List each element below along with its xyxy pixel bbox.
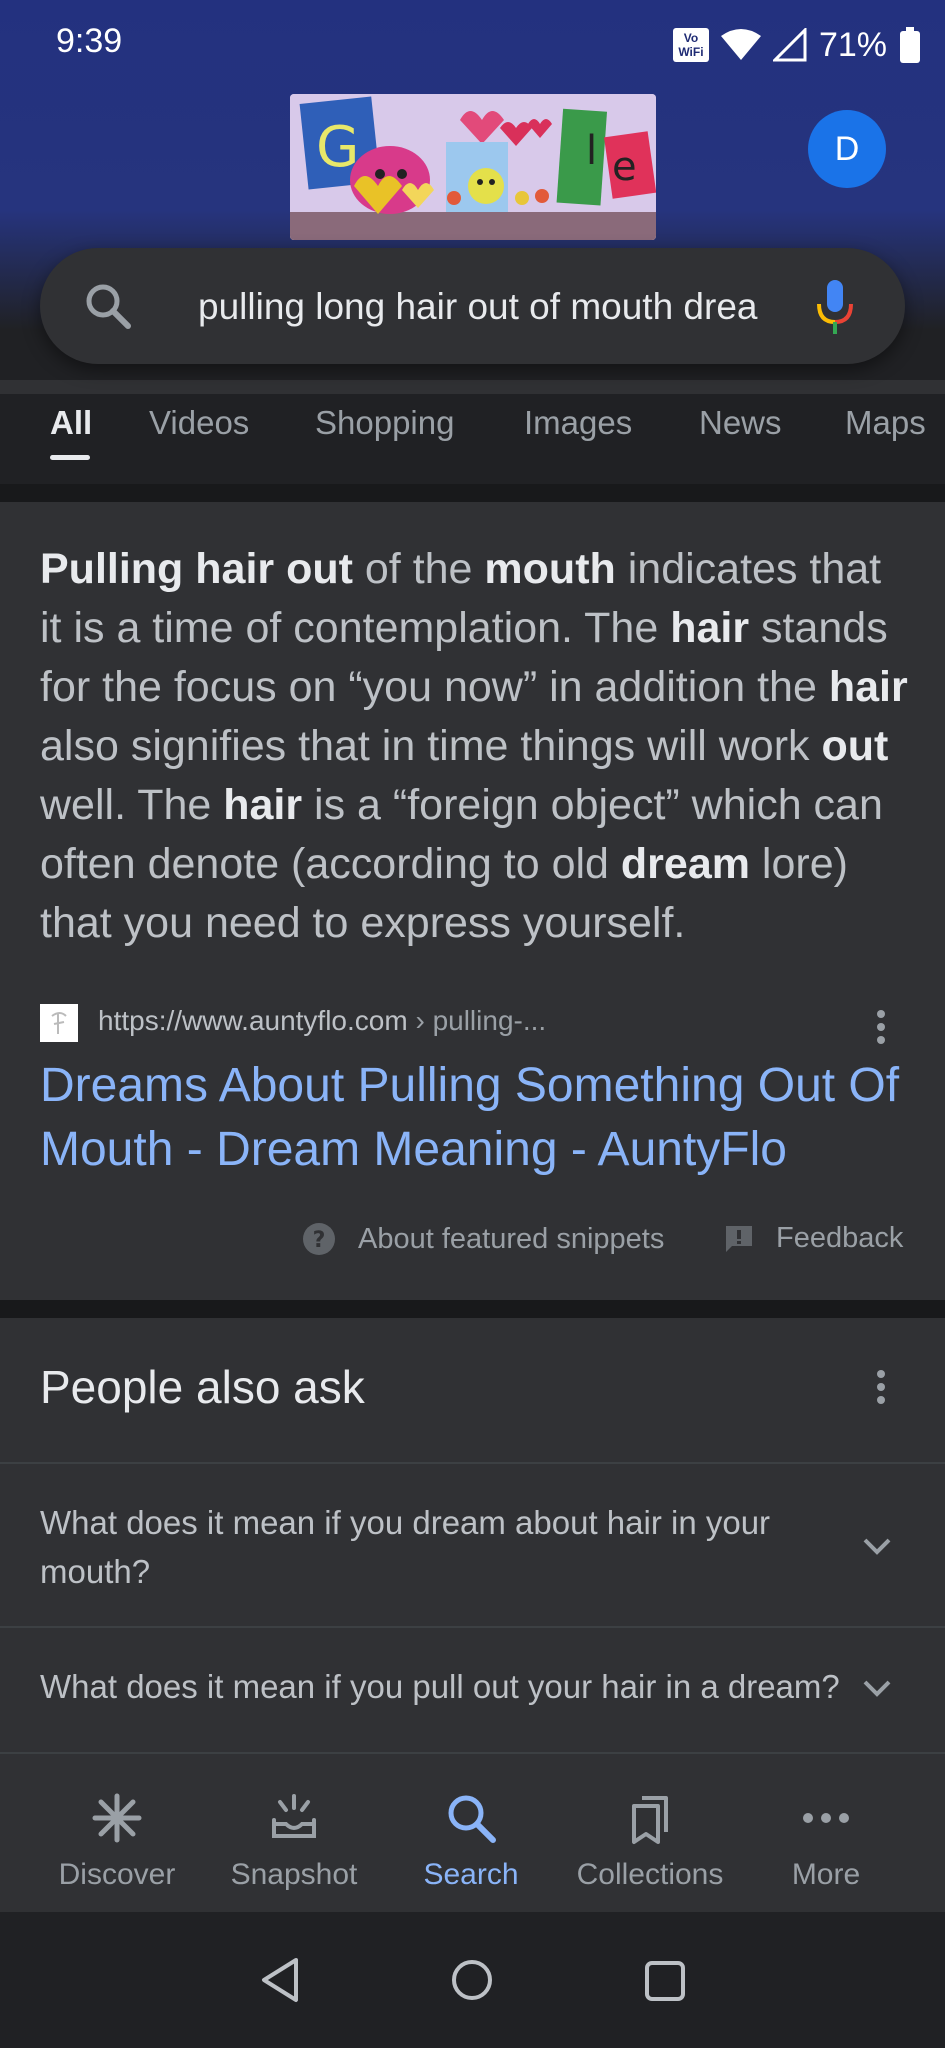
nav-more[interactable]: More (741, 1790, 911, 1892)
paa-question-row[interactable]: What does it mean if you pull out your h… (0, 1626, 945, 1748)
microphone-icon[interactable] (815, 278, 855, 336)
google-doodle[interactable]: G l e (290, 94, 656, 240)
feedback-button[interactable]: Feedback (724, 1222, 903, 1255)
tab-all[interactable]: All (50, 404, 92, 442)
about-featured-snippets[interactable]: ? About featured snippets (302, 1222, 664, 1256)
more-horizontal-icon (803, 1813, 849, 1823)
tab-news[interactable]: News (699, 404, 782, 442)
snippet-bold-term: Pulling hair out (40, 545, 353, 593)
section-divider (0, 484, 945, 502)
paa-question-text: What does it mean if you pull out your h… (40, 1668, 840, 1705)
result-breadcrumb: › pulling-... (407, 1005, 547, 1036)
battery-percent: 71% (818, 25, 887, 64)
vowifi-icon: Vo WiFi (672, 28, 709, 62)
feedback-icon (726, 1225, 752, 1252)
chevron-down-icon (863, 1680, 891, 1697)
nav-collections[interactable]: Collections (565, 1790, 735, 1892)
active-tab-indicator (50, 455, 90, 460)
svg-text:e: e (612, 144, 637, 190)
snippet-text-run: of the (352, 545, 485, 593)
paa-question-row[interactable]: What does it mean if you dream about hai… (0, 1462, 945, 1628)
section-divider (0, 1300, 945, 1318)
more-vertical-icon[interactable] (876, 1010, 886, 1044)
asterisk-icon (92, 1793, 142, 1843)
tab-maps[interactable]: Maps (845, 404, 926, 442)
search-icon[interactable] (84, 282, 132, 330)
snippet-text-run: also signifies that in time things will … (40, 722, 822, 770)
snippet-bold-term: out (821, 722, 889, 770)
search-icon (448, 1795, 496, 1843)
snippet-bold-term: mouth (484, 545, 616, 593)
tab-shopping[interactable]: Shopping (315, 404, 454, 442)
battery-icon (900, 27, 920, 63)
result-title-link[interactable]: Dreams About Pulling Something Out Of Mo… (40, 1054, 920, 1182)
svg-text:?: ? (313, 1228, 326, 1253)
search-tabs (0, 394, 945, 486)
recent-apps-icon[interactable] (644, 1960, 686, 2002)
status-icons: Vo WiFi 71% (672, 22, 921, 68)
doodle-illustration: G l e (290, 94, 656, 240)
cell-signal-icon (772, 28, 807, 62)
help-icon: ? (303, 1223, 335, 1255)
featured-snippet-text: Pulling hair out of the mouth indicates … (40, 540, 910, 953)
snapshot-icon (272, 1794, 316, 1838)
back-icon[interactable] (258, 1956, 302, 2004)
svg-text:l: l (586, 128, 597, 174)
snippet-bold-term: hair (670, 604, 750, 652)
snippet-bold-term: hair (223, 781, 303, 829)
snippet-text-run: well. The (40, 781, 224, 829)
people-also-ask-title: People also ask (40, 1361, 365, 1413)
status-time: 9:39 (56, 22, 123, 60)
wifi-icon (720, 29, 761, 60)
snippet-bold-term: hair (828, 663, 908, 711)
result-domain: https://www.auntyflo.com (98, 1005, 408, 1036)
tab-videos[interactable]: Videos (149, 404, 249, 442)
nav-search[interactable]: Search (386, 1790, 556, 1892)
snippet-bold-term: dream (620, 840, 750, 888)
nav-discover[interactable]: Discover (32, 1790, 202, 1892)
bookmarks-icon (632, 1796, 668, 1844)
paa-question-text: What does it mean if you dream about hai… (40, 1504, 771, 1590)
site-favicon (40, 1004, 78, 1042)
more-vertical-icon[interactable] (876, 1370, 886, 1404)
tab-images[interactable]: Images (524, 404, 632, 442)
search-input[interactable]: pulling long hair out of mouth dream (198, 286, 758, 328)
home-icon[interactable] (450, 1958, 494, 2002)
chevron-down-icon (863, 1538, 891, 1555)
result-url[interactable]: https://www.auntyflo.com › pulling-... (98, 1005, 546, 1037)
nav-snapshot[interactable]: Snapshot (209, 1790, 379, 1892)
account-avatar[interactable]: D (808, 110, 886, 188)
